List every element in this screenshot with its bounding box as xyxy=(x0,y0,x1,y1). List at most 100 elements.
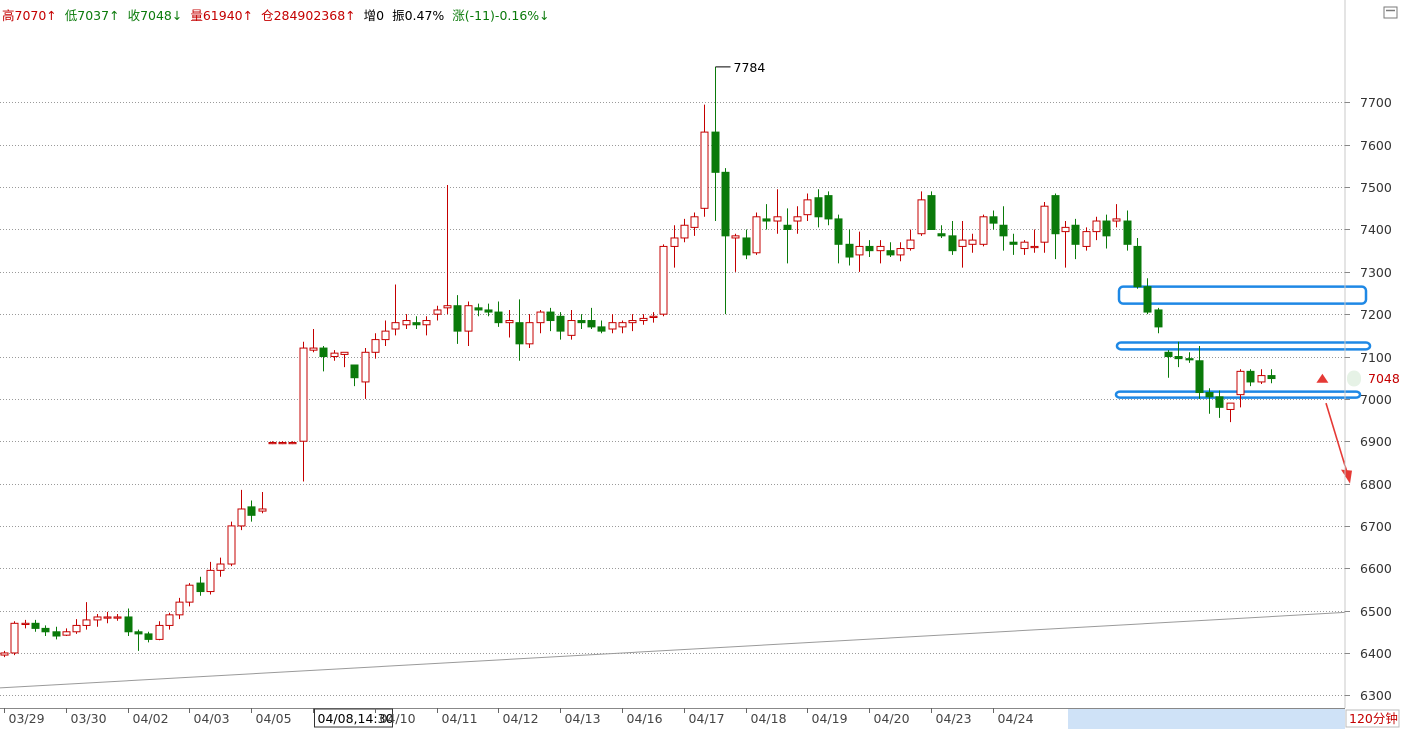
candle-body xyxy=(752,216,761,254)
candle xyxy=(690,212,699,236)
candle-body xyxy=(999,224,1008,237)
candle xyxy=(1267,369,1276,384)
candle-body xyxy=(773,216,782,222)
x-tick-label: 04/11 xyxy=(442,711,478,726)
candle-body xyxy=(525,322,534,345)
candle xyxy=(803,193,812,222)
candle xyxy=(742,229,751,260)
candle xyxy=(824,191,833,226)
candle xyxy=(1195,345,1204,399)
candle-body xyxy=(659,245,668,315)
candle-body xyxy=(814,197,823,218)
candle-body xyxy=(721,171,730,237)
candle xyxy=(113,613,122,621)
candle xyxy=(412,316,421,330)
candle xyxy=(124,608,133,637)
candle xyxy=(464,301,473,346)
candle-body xyxy=(103,616,112,619)
y-tick-label: 7200 xyxy=(1360,307,1392,322)
candle xyxy=(773,189,782,234)
candle xyxy=(1236,369,1245,408)
candle-body xyxy=(700,131,709,209)
candle xyxy=(525,314,534,349)
candle-body xyxy=(1143,286,1152,313)
candle-body xyxy=(731,235,740,239)
candle-body xyxy=(515,322,524,345)
candle-body xyxy=(464,305,473,332)
chart-window: 高7070↑ 低7037↑ 收7048↓ 量61940↑ 仓284902368↑… xyxy=(0,0,1402,729)
candle-body xyxy=(824,195,833,220)
x-tick-label: 04/12 xyxy=(503,711,539,726)
y-tick-label: 7100 xyxy=(1360,350,1392,365)
candle xyxy=(876,240,885,264)
candle-body xyxy=(793,216,802,222)
y-tick-label: 7300 xyxy=(1360,265,1392,280)
candle-body xyxy=(113,616,122,619)
date-axis[interactable]: 03/29 03/30 04/02 04/03 04/05 04/08,14:3004/1… xyxy=(0,708,1402,729)
candle-body xyxy=(299,347,308,442)
candle xyxy=(639,314,648,325)
candle xyxy=(711,66,720,222)
candle-body xyxy=(1164,351,1173,358)
candle-body xyxy=(556,315,565,332)
candle-body xyxy=(309,347,318,351)
x-tick-label: 04/19 xyxy=(812,711,848,726)
x-tick-label: 04/23 xyxy=(936,711,972,726)
candle xyxy=(1092,216,1101,241)
candle-body xyxy=(762,218,771,222)
y-tick-label: 6300 xyxy=(1360,688,1392,703)
candle xyxy=(886,242,895,258)
candle-body xyxy=(927,195,936,230)
candle xyxy=(979,214,988,247)
candle-body xyxy=(206,569,215,593)
candle-body xyxy=(567,320,576,336)
x-tick-label: 04/16 xyxy=(627,711,663,726)
candle-body xyxy=(1133,245,1142,288)
candle xyxy=(433,305,442,321)
candle-body xyxy=(371,339,380,353)
candle xyxy=(752,212,761,255)
x-tick-label: 04/20 xyxy=(874,711,910,726)
candle-body xyxy=(948,235,957,252)
candle-body xyxy=(1267,375,1276,380)
candle xyxy=(515,299,524,361)
candle xyxy=(731,233,740,272)
candle xyxy=(72,619,81,634)
candle-body xyxy=(618,322,627,328)
candle xyxy=(906,229,915,251)
candle xyxy=(206,561,215,595)
candle-body xyxy=(216,563,225,571)
candle-body xyxy=(62,631,71,636)
candle-body xyxy=(237,508,246,527)
candle-body xyxy=(1030,245,1039,249)
candle xyxy=(628,314,637,332)
candle xyxy=(1071,218,1080,260)
highlight-zone xyxy=(1117,285,1368,305)
candle xyxy=(227,521,236,567)
candle xyxy=(958,221,967,268)
candle xyxy=(340,351,349,368)
candlestick-chart[interactable]: 7784 7048 6300 6400 6500 6600 6700 6800 6900 700… xyxy=(0,0,1402,729)
x-tick-label: 04/10 xyxy=(380,711,416,726)
candle xyxy=(52,626,61,640)
candle-body xyxy=(1215,396,1224,408)
candle-body xyxy=(258,508,267,512)
candle-body xyxy=(72,624,81,633)
candle xyxy=(165,612,174,630)
candle xyxy=(1102,214,1111,249)
candle xyxy=(649,312,658,323)
x-tick-label: 04/05 xyxy=(256,711,292,726)
candle-body xyxy=(1246,370,1255,383)
candle xyxy=(309,329,318,353)
y-tick-label: 6700 xyxy=(1360,519,1392,534)
candle xyxy=(134,629,143,651)
candle xyxy=(93,613,102,627)
candle-body xyxy=(340,351,349,355)
candle-body xyxy=(175,601,184,616)
candle xyxy=(700,104,709,217)
maximize-icon[interactable] xyxy=(1383,6,1398,19)
candle xyxy=(937,225,946,238)
candle-body xyxy=(577,320,586,324)
candle xyxy=(0,650,9,658)
candle-body xyxy=(31,622,40,629)
